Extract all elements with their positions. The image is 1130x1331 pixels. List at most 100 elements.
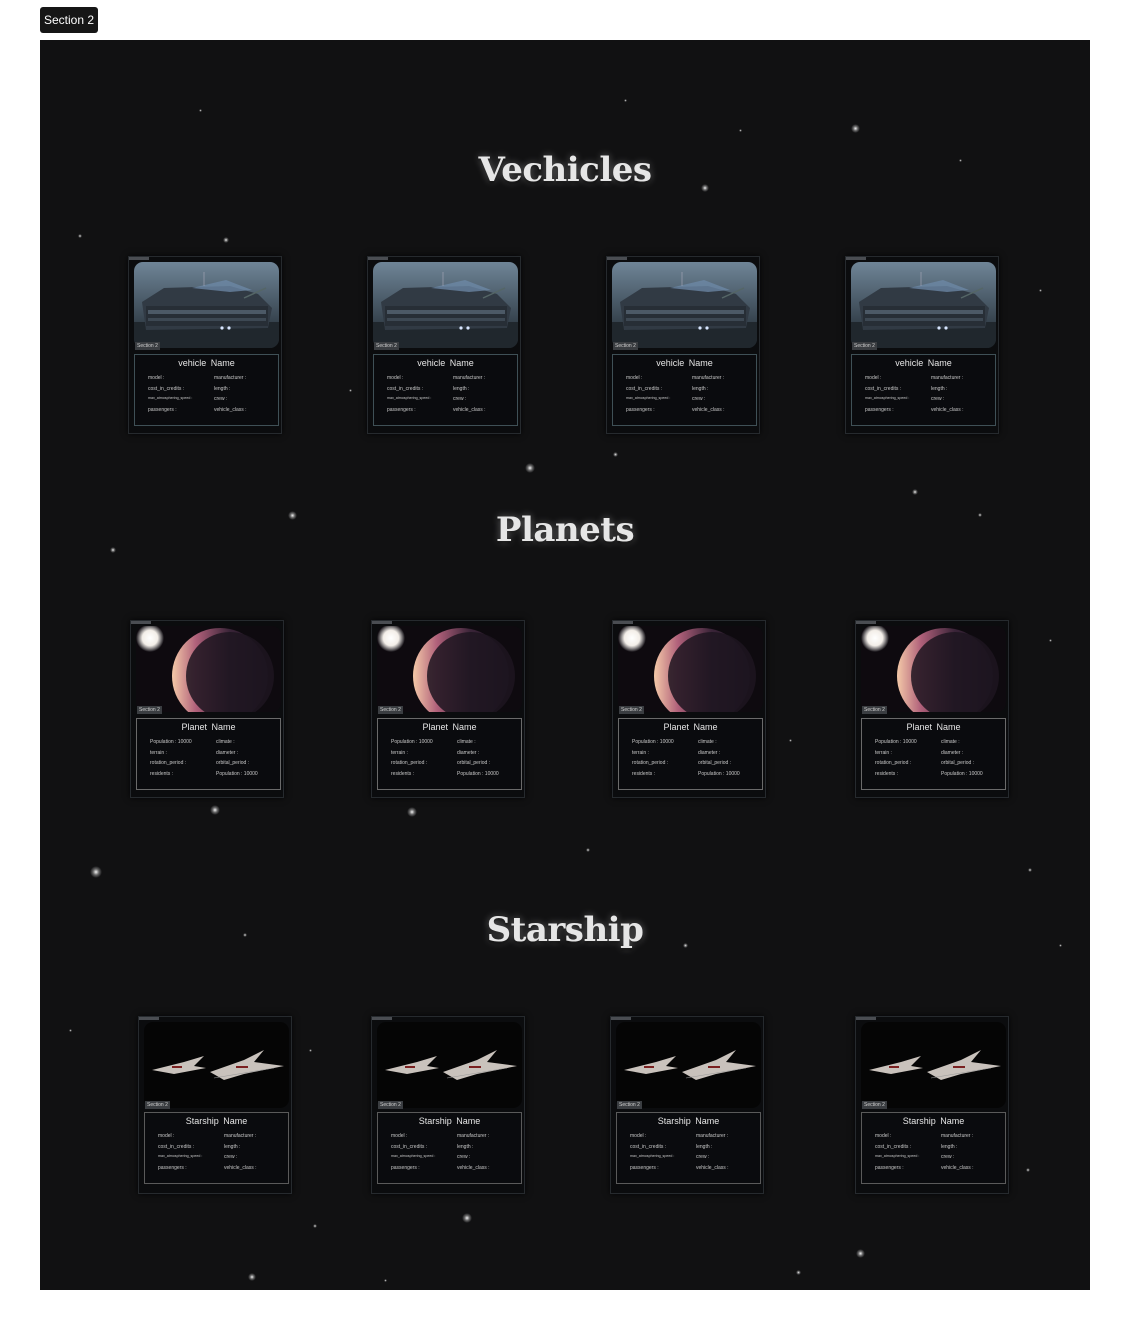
card-field-left: passengers :: [875, 1165, 904, 1171]
card-frame-marker: [856, 621, 876, 624]
card-field-right: diameter :: [698, 750, 721, 756]
card-field-right: crew :: [457, 1154, 471, 1160]
starship-card[interactable]: Section 2 Starship Name model : manufacture…: [855, 1016, 1009, 1194]
card-field-left: model :: [391, 1133, 408, 1139]
card-field-right: vehicle_class :: [941, 1165, 974, 1171]
card-field-left: Population : 10000: [632, 739, 674, 745]
card-info-panel: vehicle Name model : manufacturer : cost_in…: [373, 354, 518, 426]
card-field-left: max_atmosphering_speed :: [391, 1154, 436, 1158]
card-field-left: cost_in_credits :: [148, 386, 185, 392]
card-frame-marker: [856, 1017, 876, 1020]
card-section-tag: Section 2: [862, 1101, 887, 1109]
card-field-left: rotation_period :: [875, 760, 912, 766]
star: [612, 451, 618, 457]
card-title: Planet Name: [906, 722, 961, 732]
card-field-right: Population : 10000: [698, 771, 740, 777]
card-frame-marker: [846, 257, 866, 260]
card-field-left: max_atmosphering_speed :: [626, 396, 671, 400]
starship-card[interactable]: Section 2 Starship Name model : manufacture…: [371, 1016, 525, 1194]
card-field-right: crew :: [941, 1154, 955, 1160]
card-field-left: max_atmosphering_speed :: [148, 396, 193, 400]
card-frame-marker: [372, 621, 392, 624]
card-field-left: passengers :: [387, 407, 416, 413]
planets-heading: Planets: [495, 510, 635, 550]
card-field-left: passengers :: [865, 407, 894, 413]
card-title: Starship Name: [657, 1116, 720, 1126]
vehicle-card[interactable]: Section 2 vehicle Name model : manufacturer…: [606, 256, 760, 434]
card-field-left: cost_in_credits :: [875, 1144, 912, 1150]
card-section-tag: Section 2: [619, 706, 644, 714]
vehicle-card[interactable]: Section 2 vehicle Name model : manufacturer…: [367, 256, 521, 434]
planet-image: [618, 626, 763, 712]
card-title: vehicle Name: [656, 358, 713, 368]
planet-card[interactable]: Section 2 Planet Name Population : 10000 cl…: [855, 620, 1009, 798]
planet-card[interactable]: Section 2 Planet Name Population : 10000 cl…: [612, 620, 766, 798]
starship-card[interactable]: Section 2 Starship Name model : manufacture…: [610, 1016, 764, 1194]
card-field-left: rotation_period :: [150, 760, 187, 766]
card-field-left: model :: [865, 375, 882, 381]
card-field-right: vehicle_class :: [692, 407, 725, 413]
card-frame-marker: [607, 257, 627, 260]
card-field-left: model :: [630, 1133, 647, 1139]
card-field-right: manufacturer :: [453, 375, 486, 381]
star: [1048, 638, 1052, 642]
planet-card[interactable]: Section 2 Planet Name Population : 10000 cl…: [371, 620, 525, 798]
card-field-left: Population : 10000: [875, 739, 917, 745]
card-title: Planet Name: [181, 722, 236, 732]
star: [90, 866, 102, 878]
card-field-left: rotation_period :: [632, 760, 669, 766]
card-field-right: crew :: [692, 396, 706, 402]
starship-card[interactable]: Section 2 Starship Name model : manufacture…: [138, 1016, 292, 1194]
vehicle-card[interactable]: Section 2 vehicle Name model : manufacturer…: [128, 256, 282, 434]
card-field-left: terrain :: [875, 750, 892, 756]
card-field-right: manufacturer :: [224, 1133, 257, 1139]
card-field-left: cost_in_credits :: [865, 386, 902, 392]
vehicle-card[interactable]: Section 2 vehicle Name model : manufacturer…: [845, 256, 999, 434]
card-info-panel: Planet Name Population : 10000 climate : te…: [861, 718, 1006, 790]
card-title: Planet Name: [663, 722, 718, 732]
card-field-right: crew :: [224, 1154, 238, 1160]
card-field-left: cost_in_credits :: [626, 386, 663, 392]
star: [308, 1048, 312, 1052]
section-frame-label[interactable]: Section 2: [40, 7, 99, 33]
star: [1028, 868, 1032, 872]
card-field-right: climate :: [941, 739, 960, 745]
card-section-tag: Section 2: [374, 342, 399, 350]
vehicles-heading: Vechicles: [478, 150, 652, 190]
card-frame-marker: [613, 621, 633, 624]
card-field-left: Population : 10000: [150, 739, 192, 745]
card-info-panel: Starship Name model : manufacturer : cost_i…: [377, 1112, 522, 1184]
card-field-left: passengers :: [158, 1165, 187, 1171]
card-title: Starship Name: [902, 1116, 965, 1126]
card-field-right: orbital_period :: [457, 760, 491, 766]
card-field-right: manufacturer :: [692, 375, 725, 381]
card-field-right: length :: [453, 386, 470, 392]
card-field-right: Population : 10000: [457, 771, 499, 777]
card-info-panel: Starship Name model : manufacturer : cost_i…: [861, 1112, 1006, 1184]
card-field-left: passengers :: [626, 407, 655, 413]
card-field-right: vehicle_class :: [214, 407, 247, 413]
star: [198, 108, 202, 112]
card-field-right: vehicle_class :: [457, 1165, 490, 1171]
card-frame-marker: [611, 1017, 631, 1020]
card-info-panel: Planet Name Population : 10000 climate : te…: [136, 718, 281, 790]
card-field-right: diameter :: [941, 750, 964, 756]
card-field-left: model :: [875, 1133, 892, 1139]
star: [855, 1248, 865, 1258]
star: [68, 1028, 72, 1032]
card-field-right: climate :: [216, 739, 235, 745]
vehicle-image: [373, 262, 518, 348]
star: [586, 848, 590, 852]
card-field-left: residents :: [391, 771, 415, 777]
card-section-tag: Section 2: [378, 1101, 403, 1109]
card-field-left: terrain :: [150, 750, 167, 756]
card-field-right: crew :: [453, 396, 467, 402]
card-field-right: manufacturer :: [941, 1133, 974, 1139]
card-field-left: cost_in_credits :: [630, 1144, 667, 1150]
star: [223, 237, 229, 243]
vehicle-image: [134, 262, 279, 348]
card-field-left: passengers :: [148, 407, 177, 413]
space-background-section: Vechicles Section 2 vehicle Name model : ma…: [40, 40, 1090, 1290]
card-title: Starship Name: [185, 1116, 248, 1126]
planet-card[interactable]: Section 2 Planet Name Population : 10000 cl…: [130, 620, 284, 798]
